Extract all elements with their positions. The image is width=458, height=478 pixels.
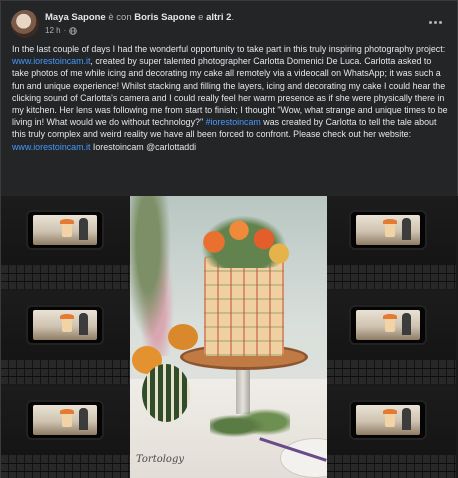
phone-image [26, 210, 104, 250]
post-body: In the last couple of days I had the won… [12, 43, 450, 153]
keyboard-image [327, 265, 456, 289]
phone-image [349, 400, 427, 440]
others-link[interactable]: altri 2 [206, 12, 231, 23]
phone-image [26, 400, 104, 440]
keyboard-image [1, 455, 130, 478]
author-name[interactable]: Maya Sapone [45, 12, 106, 23]
video-call-frame [1, 196, 130, 289]
body-text-1: In the last couple of days I had the won… [12, 44, 446, 54]
tagged-person[interactable]: Boris Sapone [134, 12, 195, 23]
left-video-call-frames [1, 196, 130, 478]
cake-photo: Tortology [130, 196, 327, 478]
post-meta: 12 h · [45, 26, 78, 35]
body-text-4: Iorestoincam @carlottaddi [90, 141, 197, 152]
striped-pumpkin [142, 364, 190, 422]
phone-image [349, 305, 427, 345]
video-call-frame [1, 386, 130, 478]
website-link-2[interactable]: www.iorestoincam.it [12, 142, 90, 152]
post-header: Maya Sapone è con Boris Sapone e altri 2… [11, 9, 447, 43]
post-time[interactable]: 12 h [45, 26, 61, 35]
more-options-icon[interactable] [425, 15, 445, 29]
video-call-frame [1, 291, 130, 384]
video-call-frame [327, 196, 456, 289]
phone-image [26, 305, 104, 345]
keyboard-image [1, 265, 130, 289]
video-call-frame [327, 291, 456, 384]
keyboard-image [327, 360, 456, 384]
tortology-watermark: Tortology [136, 454, 185, 465]
hashtag-link[interactable]: #iorestoincam [206, 117, 261, 127]
video-call-frame [327, 386, 456, 478]
phone-image [349, 210, 427, 250]
sugar-flowers [194, 210, 294, 268]
post-attribution: Maya Sapone è con Boris Sapone e altri 2… [45, 12, 235, 23]
website-link-1[interactable]: www.iorestoincam.it [12, 56, 90, 66]
feed-post: Maya Sapone è con Boris Sapone e altri 2… [0, 0, 458, 478]
with-text: è con [108, 12, 132, 23]
globe-icon [69, 26, 78, 35]
post-photo[interactable]: Tortology [1, 196, 458, 478]
and-text: e [198, 12, 204, 23]
keyboard-image [1, 360, 130, 384]
keyboard-image [327, 455, 456, 478]
decorated-cake [204, 256, 284, 356]
author-avatar[interactable] [11, 10, 39, 38]
right-video-call-frames [327, 196, 456, 478]
